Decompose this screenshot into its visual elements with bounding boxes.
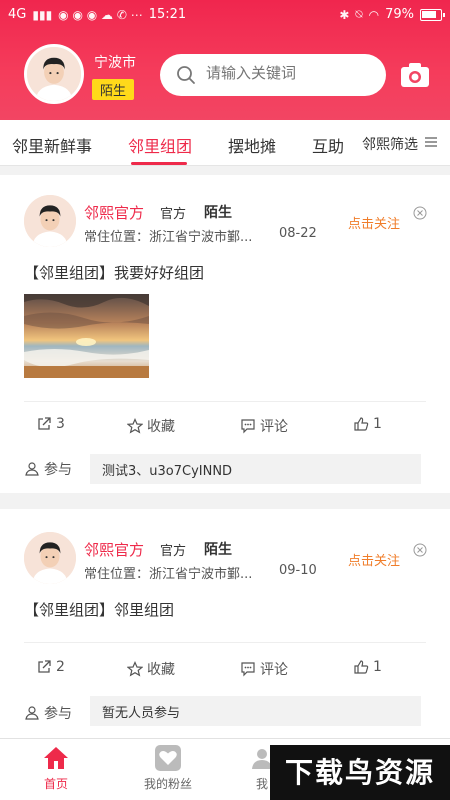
post-author-avatar[interactable] <box>24 532 76 584</box>
search-bar[interactable] <box>160 54 386 96</box>
post-author-name[interactable]: 邻熙官方 <box>84 539 144 560</box>
share-button[interactable]: 2 <box>36 659 65 675</box>
post-content: 【邻里组团】我要好好组团 <box>24 264 205 282</box>
user-avatar[interactable] <box>24 44 84 104</box>
post-location: 常住位置：浙江省宁波市鄞... <box>84 567 253 582</box>
category-tabs: 邻里新鲜事 邻里组团 摆地摊 互助 邻熙筛选 <box>0 120 450 166</box>
post-date: 09-10 <box>279 563 317 578</box>
post-author-avatar[interactable] <box>24 195 76 247</box>
share-icon <box>38 417 51 430</box>
home-icon <box>44 747 68 769</box>
wifi-icon: ◠ <box>368 7 380 22</box>
collect-label: 收藏 <box>147 662 175 678</box>
clock: 15:21 <box>148 7 187 22</box>
active-tab-indicator <box>131 162 187 165</box>
avatar-icon <box>27 47 81 101</box>
divider <box>24 401 426 402</box>
join-label: 参与 <box>24 703 72 723</box>
post-location: 常住位置：浙江省宁波市鄞... <box>84 230 253 245</box>
nav-home[interactable]: 首页 <box>16 745 96 792</box>
app-header: 4G ▮▮▮ ◉ ◉ ◉ ☁ ✆ ⋯ 15:21 ✱ ⍉ ◠ 79% 宁波市 陌… <box>0 0 450 120</box>
share-count: 2 <box>56 659 65 675</box>
post-author-name[interactable]: 邻熙官方 <box>84 202 144 223</box>
official-tag: 官方 <box>160 544 187 559</box>
participants-list: 测试3、u3o7CyINND <box>90 454 421 484</box>
share-count: 3 <box>56 416 65 432</box>
comment-button[interactable]: 评论 <box>240 659 288 679</box>
participants-list: 暂无人员参与 <box>90 696 421 726</box>
follow-button[interactable]: 点击关注 <box>348 213 400 232</box>
mute-icon: ⍉ <box>355 7 363 21</box>
like-button[interactable]: 1 <box>353 416 382 432</box>
like-button[interactable]: 1 <box>353 659 382 675</box>
people-icon <box>25 462 39 476</box>
comment-icon <box>241 419 255 434</box>
menu-icon[interactable] <box>425 137 437 147</box>
post-card[interactable]: 邻熙官方 官方 陌生 常住位置：浙江省宁波市鄞... 08-22 点击关注 【邻… <box>0 175 450 493</box>
search-input[interactable] <box>206 64 376 82</box>
star-icon <box>127 418 143 434</box>
author-status: 陌生 <box>204 205 232 221</box>
join-label: 参与 <box>24 459 72 479</box>
city-name[interactable]: 宁波市 <box>94 52 136 72</box>
close-icon[interactable] <box>413 543 427 557</box>
like-count: 1 <box>373 659 382 675</box>
comment-button[interactable]: 评论 <box>240 416 288 436</box>
beach-sunset-image <box>24 294 149 378</box>
heart-icon <box>155 745 181 771</box>
camera-icon[interactable] <box>400 62 430 88</box>
tab-neighbor-news[interactable]: 邻里新鲜事 <box>12 133 92 157</box>
follow-button[interactable]: 点击关注 <box>348 550 400 569</box>
nav-my-fans[interactable]: 我的粉丝 <box>128 745 208 792</box>
battery-icon <box>420 8 445 21</box>
tab-mutual-help[interactable]: 互助 <box>312 133 344 157</box>
people-icon <box>25 706 39 720</box>
divider <box>24 642 426 643</box>
thumbs-up-icon <box>354 660 369 674</box>
comment-label: 评论 <box>260 662 288 678</box>
comment-icon <box>241 662 255 677</box>
author-status: 陌生 <box>204 542 232 558</box>
tab-street-stall[interactable]: 摆地摊 <box>228 133 276 157</box>
notification-icons: ◉ ◉ ◉ ☁ ✆ ⋯ <box>58 7 143 22</box>
thumbs-up-icon <box>354 417 369 431</box>
tab-neighbor-group[interactable]: 邻里组团 <box>128 133 192 157</box>
official-tag: 官方 <box>160 207 187 222</box>
avatar-icon <box>24 195 76 247</box>
comment-label: 评论 <box>260 419 288 435</box>
bluetooth-icon: ✱ <box>339 7 350 22</box>
collect-label: 收藏 <box>147 419 175 435</box>
post-card[interactable]: 邻熙官方 官方 陌生 常住位置：浙江省宁波市鄞... 09-10 点击关注 【邻… <box>0 509 450 738</box>
post-date: 08-22 <box>279 226 317 241</box>
battery-percent: 79% <box>385 7 414 22</box>
post-image[interactable] <box>24 294 149 378</box>
post-content: 【邻里组团】邻里组团 <box>24 601 175 619</box>
close-icon[interactable] <box>413 206 427 220</box>
filter-button[interactable]: 邻熙筛选 <box>362 134 418 154</box>
collect-button[interactable]: 收藏 <box>127 659 175 679</box>
search-icon <box>177 66 195 84</box>
signal-icon: ▮▮▮ <box>32 7 53 22</box>
avatar-icon <box>24 532 76 584</box>
share-button[interactable]: 3 <box>36 416 65 432</box>
network-indicator: 4G <box>8 7 27 22</box>
star-icon <box>127 661 143 677</box>
status-bar: 4G ▮▮▮ ◉ ◉ ◉ ☁ ✆ ⋯ 15:21 ✱ ⍉ ◠ 79% <box>0 0 450 32</box>
user-status-badge: 陌生 <box>92 79 135 100</box>
collect-button[interactable]: 收藏 <box>127 416 175 436</box>
watermark-logo: 下载鸟资源 <box>270 745 450 800</box>
like-count: 1 <box>373 416 382 432</box>
share-icon <box>38 660 51 673</box>
